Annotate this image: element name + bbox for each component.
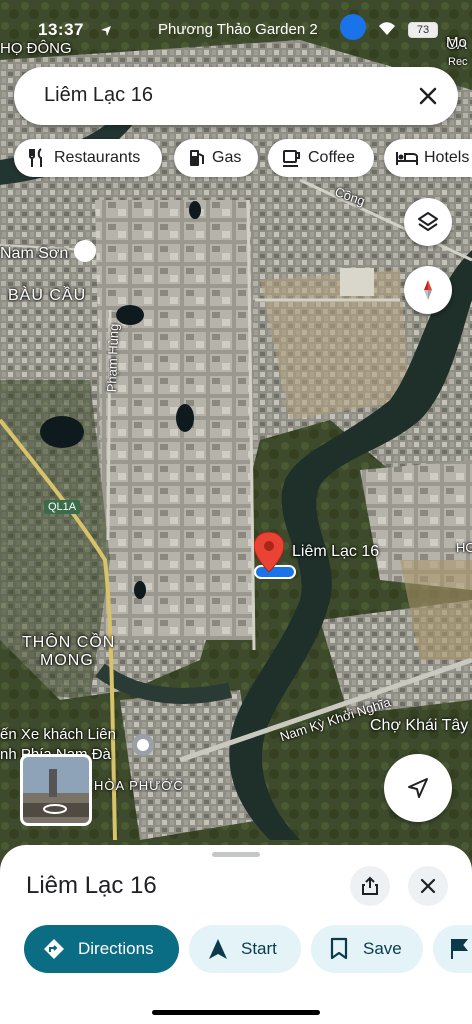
search-bar[interactable]: Liêm Lạc 16	[14, 67, 458, 125]
bookmark-icon	[330, 937, 348, 960]
my-location-button[interactable]	[384, 754, 452, 822]
chip-hotels[interactable]: Hotels	[384, 139, 472, 177]
map-label-cho-khai-tay: Chợ Khái Tây	[370, 717, 469, 734]
rotate-360-icon	[43, 804, 67, 814]
chip-gas[interactable]: Gas	[174, 139, 258, 177]
clear-search-icon[interactable]	[416, 84, 440, 108]
map-label-edge-ho: HO	[456, 540, 472, 555]
coffee-cup-icon	[283, 150, 300, 167]
map-label-xe-khach-1: ến Xe khách Liên	[0, 726, 116, 743]
save-button[interactable]: Save	[311, 925, 423, 973]
map-label-thon-con: THÔN CỒN	[22, 634, 116, 651]
close-icon	[420, 878, 436, 894]
close-sheet-button[interactable]	[408, 866, 448, 906]
battery-indicator: 73	[408, 22, 438, 38]
wifi-icon	[376, 20, 398, 41]
status-bar: 13:37 Phương Thảo Garden 2 73	[0, 14, 472, 46]
home-indicator	[152, 1010, 320, 1015]
vpn-shield-icon	[340, 14, 366, 40]
place-sheet: Liêm Lạc 16 Directions Start Save	[0, 845, 472, 1024]
compass-icon	[424, 280, 432, 300]
status-location-name: Phương Thảo Garden 2	[158, 21, 318, 38]
location-arrow-icon	[100, 22, 112, 42]
chip-coffee[interactable]: Coffee	[268, 139, 374, 177]
compass-button[interactable]	[404, 266, 452, 314]
layers-icon	[418, 212, 438, 231]
status-time: 13:37	[38, 20, 84, 39]
map-label-nam-son: Nam Sơn	[0, 245, 69, 262]
map-label-hoa-phuoc: HÒA PHƯỚC	[94, 778, 184, 793]
map-label-mong: MONG	[40, 652, 94, 669]
bed-icon	[396, 152, 418, 165]
navigation-arrow-icon	[408, 778, 428, 798]
pin-label: Liêm Lạc 16	[292, 543, 380, 560]
flag-icon	[451, 939, 469, 959]
label-button[interactable]	[433, 925, 472, 973]
fork-knife-icon	[29, 148, 42, 167]
directions-icon	[44, 939, 64, 959]
gear-place-icon[interactable]	[74, 240, 96, 262]
search-query[interactable]: Liêm Lạc 16	[44, 84, 153, 107]
directions-button[interactable]: Directions	[24, 925, 179, 973]
gas-station-icon	[190, 150, 204, 166]
layers-button[interactable]	[404, 198, 452, 246]
share-icon	[362, 876, 378, 895]
chip-restaurants[interactable]: Restaurants	[14, 139, 162, 177]
sheet-handle[interactable]	[212, 852, 260, 857]
street-view-thumbnail[interactable]	[20, 754, 92, 826]
navigation-start-icon	[209, 939, 227, 959]
map-label-edge-rec: Rec	[448, 56, 468, 68]
share-button[interactable]	[350, 866, 390, 906]
map-label-bau-cau: BÀU CẦU	[8, 287, 87, 304]
map-label-ql1a: QL1A	[44, 500, 81, 514]
place-title: Liêm Lạc 16	[26, 872, 157, 899]
map-label-pham-hung: Phạm Hùng	[104, 323, 122, 393]
bus-station-icon[interactable]	[132, 734, 154, 756]
start-button[interactable]: Start	[189, 925, 301, 973]
